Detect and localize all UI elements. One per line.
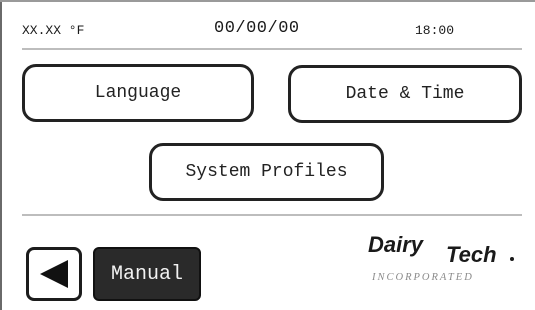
system-profiles-button[interactable]: System Profiles bbox=[149, 143, 384, 201]
screen-edge-left bbox=[0, 0, 2, 310]
svg-text:Tech: Tech bbox=[446, 242, 497, 267]
language-button[interactable]: Language bbox=[22, 64, 254, 122]
settings-screen: XX.XX °F 00/00/00 18:00 Language Date & … bbox=[0, 0, 535, 310]
date-time-button[interactable]: Date & Time bbox=[288, 65, 522, 123]
temperature-readout: XX.XX °F bbox=[22, 23, 85, 38]
dairytech-logo: Dairy Tech INCORPORATED bbox=[368, 232, 514, 283]
screen-edge-top bbox=[0, 0, 535, 2]
svg-text:Dairy: Dairy bbox=[368, 232, 425, 257]
left-triangle-icon bbox=[40, 260, 68, 288]
svg-text:INCORPORATED: INCORPORATED bbox=[371, 272, 474, 283]
time-readout: 18:00 bbox=[415, 23, 455, 38]
date-readout: 00/00/00 bbox=[214, 19, 300, 38]
back-button[interactable] bbox=[26, 247, 82, 301]
status-divider bbox=[22, 48, 522, 50]
footer-divider bbox=[22, 214, 522, 216]
manual-button[interactable]: Manual bbox=[93, 247, 201, 301]
